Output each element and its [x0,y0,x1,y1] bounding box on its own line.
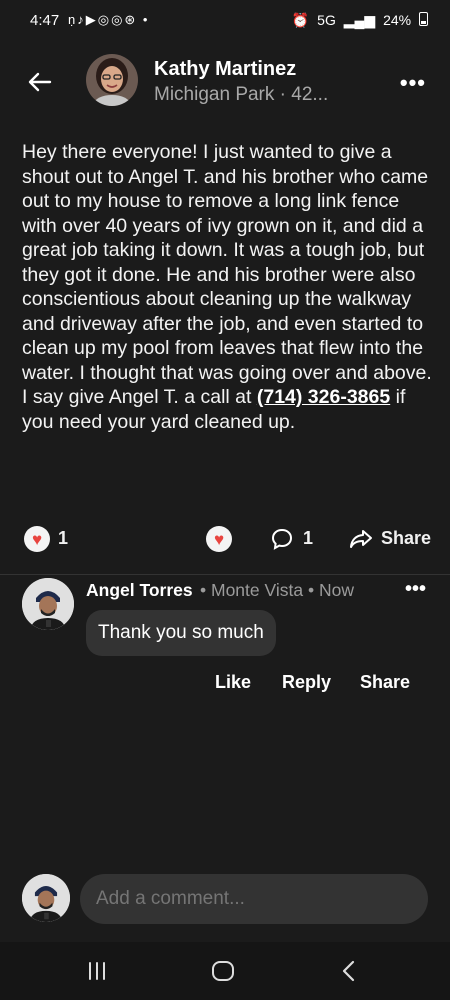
heart-icon: ♥ [213,529,225,549]
post-text: Hey there everyone! I just wanted to giv… [22,140,432,434]
comment-like-button[interactable]: Like [215,672,251,693]
notification-icons: ṇ♪▶◎◎⊛ • [68,12,150,27]
comment-text: Thank you so much [98,622,264,643]
back-arrow-icon[interactable] [24,66,56,98]
share-button[interactable]: Share [381,528,431,549]
status-right: ⏰ 5G ▂▄▆ 24% [288,12,428,29]
alarm-icon: ⏰ [291,12,310,28]
heart-icon: ♥ [31,529,43,549]
battery-label: 24% [383,12,412,28]
comment-bubble: Thank you so much [86,610,276,656]
system-nav-bar [0,942,450,1000]
home-icon[interactable] [208,956,238,986]
comment-input[interactable] [80,874,428,924]
dot-separator: • [200,580,211,600]
comment-composer [0,870,450,930]
comment-more-icon[interactable]: ••• [405,578,426,601]
network-label: 5G [317,12,336,28]
phone-link[interactable]: (714) 326-3865 [257,386,390,408]
signal-icon: ▂▄▆ [343,12,376,28]
author-name[interactable]: Kathy Martinez [154,58,296,81]
commenter-name[interactable]: Angel Torres [86,580,193,601]
author-location: Michigan Park · 42... [154,84,329,105]
author-avatar[interactable] [86,54,138,106]
comment-share-button[interactable]: Share [360,672,410,693]
post-text-main: Hey there everyone! I just wanted to giv… [22,141,432,408]
commenter-avatar[interactable] [22,578,74,630]
dot-separator: • [303,580,319,600]
commenter-location: Monte Vista [211,580,304,600]
current-user-avatar [22,874,70,922]
status-time: 4:47 [30,12,60,29]
comment-icon[interactable] [270,527,294,551]
comment-count[interactable]: 1 [303,528,313,549]
react-button[interactable]: ♥ [206,526,232,552]
comment-time: Now [318,580,354,600]
comment-reply-button[interactable]: Reply [282,672,331,693]
comment-meta: • Monte Vista • Now [200,580,354,601]
back-nav-icon[interactable] [334,956,364,986]
reaction-summary-icon[interactable]: ♥ [24,526,50,552]
recent-apps-icon[interactable] [82,956,112,986]
status-bar: 4:47 ṇ♪▶◎◎⊛ • ⏰ 5G ▂▄▆ 24% [0,0,450,44]
share-icon[interactable] [348,527,374,551]
reactions-bar: ♥ 1 ♥ 1 Share [0,520,450,560]
post-header: Kathy Martinez Michigan Park · 42... ••• [0,52,450,116]
divider [0,574,450,575]
reaction-count[interactable]: 1 [58,528,68,549]
battery-icon [419,12,428,26]
more-options-icon[interactable]: ••• [400,70,426,96]
